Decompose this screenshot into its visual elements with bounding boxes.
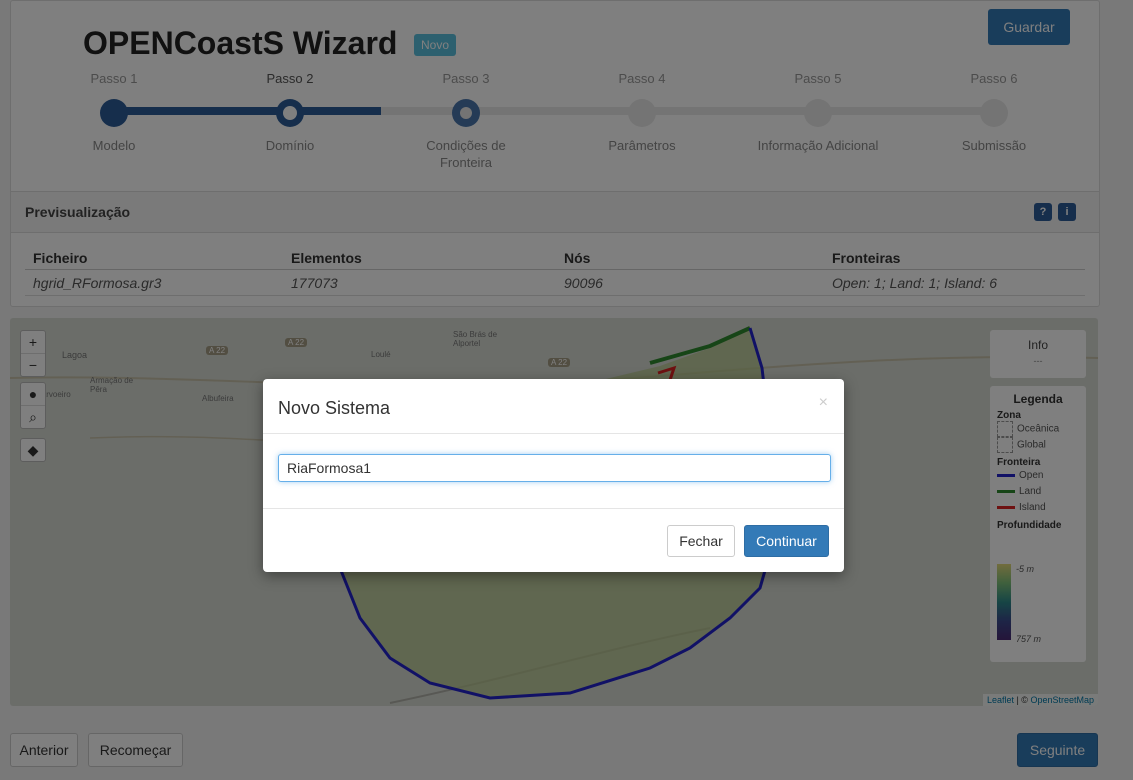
modal-title: Novo Sistema [278,398,391,418]
modal-divider [263,433,844,434]
continue-button[interactable]: Continuar [744,525,829,557]
close-button[interactable]: Fechar [667,525,735,557]
modal-divider [263,508,844,509]
new-system-modal: Novo Sistema × Fechar Continuar [263,379,844,572]
system-name-input[interactable] [278,454,831,482]
close-icon[interactable]: × [819,394,828,412]
